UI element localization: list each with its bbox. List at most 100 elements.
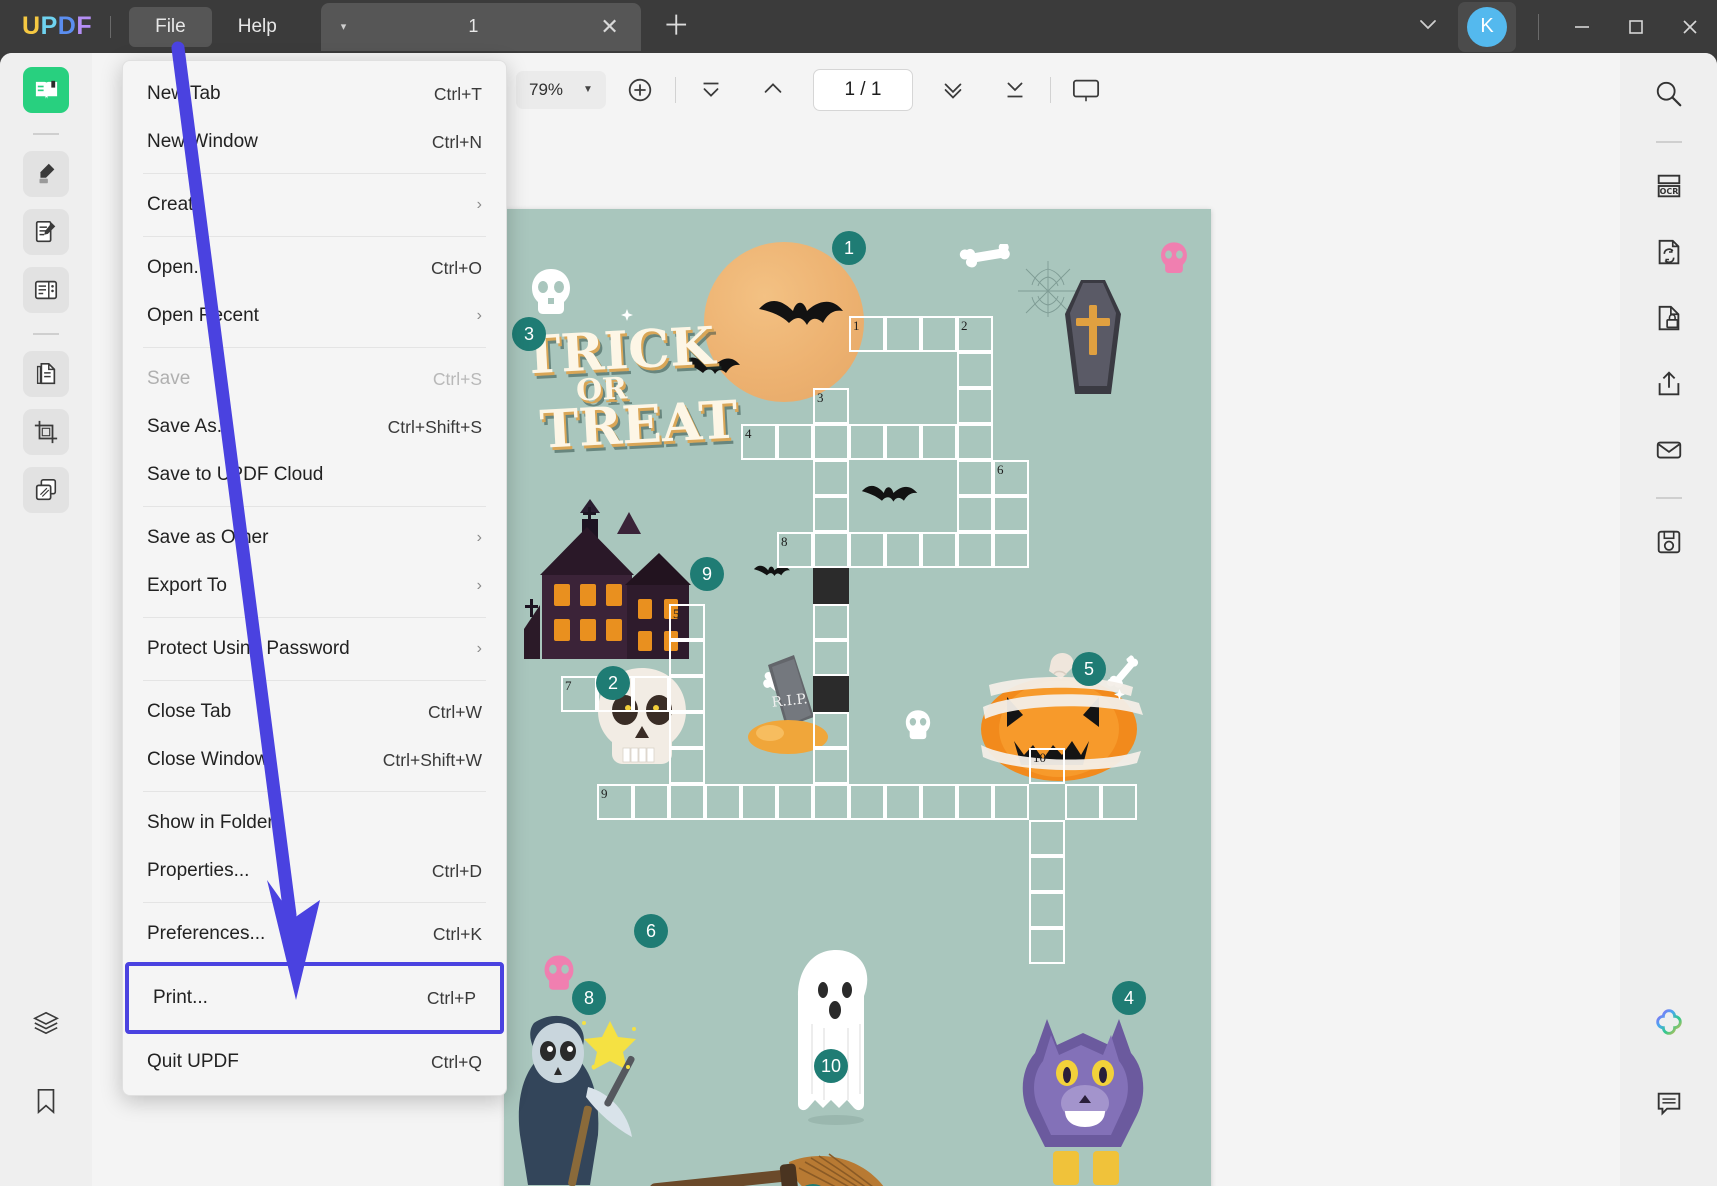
menu-help[interactable]: Help xyxy=(212,7,303,47)
page-number-input[interactable]: 1 / 1 xyxy=(812,68,913,111)
file-menu-popup[interactable]: New Tab Ctrl+T New Window Ctrl+N Create … xyxy=(122,60,507,1096)
mail-icon[interactable] xyxy=(1646,427,1692,473)
skull-graphic-white-2 xyxy=(905,710,931,740)
puzzle-badge-2: 2 xyxy=(596,666,630,700)
menu-item-label: Save As... xyxy=(147,416,233,437)
menu-item-shortcut: Ctrl+W xyxy=(428,701,482,722)
bookmark-icon[interactable] xyxy=(23,1078,69,1124)
grid-cell xyxy=(957,388,993,424)
grid-cell xyxy=(849,784,885,820)
zoom-level-selector[interactable]: 79% ▼ xyxy=(516,70,606,109)
puzzle-badge-3: 3 xyxy=(512,317,546,351)
menu-item-quit-updf[interactable]: Quit UPDF Ctrl+Q xyxy=(123,1038,506,1086)
grid-cell xyxy=(813,640,849,676)
toolbar-divider-2 xyxy=(1049,76,1051,103)
menu-item-shortcut: Ctrl+D xyxy=(431,860,482,881)
grid-cell xyxy=(957,352,993,388)
puzzle-badge-5: 5 xyxy=(1072,652,1106,686)
menu-item-label: Save as Other xyxy=(147,527,269,548)
menu-item-preferences[interactable]: Preferences... Ctrl+K xyxy=(123,910,506,958)
search-icon[interactable] xyxy=(1646,71,1692,117)
grid-number: 6 xyxy=(997,462,1004,477)
menu-item-shortcut: Ctrl+P xyxy=(426,987,476,1008)
avatar[interactable]: K xyxy=(1467,6,1507,47)
ai-flower-icon[interactable] xyxy=(1646,1000,1692,1046)
menu-item-create[interactable]: Create › xyxy=(123,181,506,229)
menu-item-show-in-folder[interactable]: Show in Folder xyxy=(123,799,506,847)
minimize-icon[interactable] xyxy=(1555,0,1609,53)
zoom-level-value: 79% xyxy=(529,79,564,99)
share-icon[interactable] xyxy=(1646,361,1692,407)
new-tab-plus-icon[interactable]: ＋ xyxy=(663,13,690,40)
menu-item-new-window[interactable]: New Window Ctrl+N xyxy=(123,118,506,166)
close-icon[interactable] xyxy=(1663,0,1717,53)
floppy-save-icon[interactable] xyxy=(1646,519,1692,565)
grid-cell xyxy=(813,424,849,460)
sidebar-item-convert[interactable] xyxy=(23,351,69,397)
previous-page-icon[interactable] xyxy=(751,68,795,112)
tab-title: 1 xyxy=(468,16,479,36)
convert-refresh-icon[interactable] xyxy=(1646,229,1692,275)
tab-strip: ▾ 1 ✕ ＋ xyxy=(320,2,690,51)
grid-cell xyxy=(633,676,669,712)
menu-item-close-window[interactable]: Close Window Ctrl+Shift+W xyxy=(123,736,506,784)
zoom-chevron-down-icon[interactable]: ▼ xyxy=(583,84,593,95)
grid-cell xyxy=(885,784,921,820)
avatar-container[interactable]: K xyxy=(1458,1,1516,52)
menu-item-protect-using-password[interactable]: Protect Using Password › xyxy=(123,625,506,673)
menu-item-save-as-other[interactable]: Save as Other › xyxy=(123,514,506,562)
submenu-chevron-right-icon: › xyxy=(476,307,482,324)
document-tab[interactable]: ▾ 1 ✕ xyxy=(320,2,641,51)
sidebar-item-reader[interactable] xyxy=(23,67,69,113)
titlebar-divider xyxy=(110,15,112,38)
updf-logo: U P D F xyxy=(22,12,92,41)
comment-icon[interactable] xyxy=(1646,1080,1692,1126)
skull-graphic-pink-2 xyxy=(544,955,574,990)
submenu-chevron-right-icon: › xyxy=(476,640,482,657)
title-line-3: TREAT xyxy=(538,389,740,462)
maximize-icon[interactable] xyxy=(1609,0,1663,53)
layers-icon[interactable] xyxy=(23,1000,69,1046)
menu-item-properties[interactable]: Properties... Ctrl+D xyxy=(123,847,506,895)
grid-cell xyxy=(813,604,849,640)
ocr-icon[interactable]: OCR xyxy=(1646,163,1692,209)
menu-file[interactable]: File xyxy=(129,6,212,47)
menu-item-save-to-cloud[interactable]: Save to UPDF Cloud xyxy=(123,451,506,499)
puzzle-badge-8: 8 xyxy=(572,981,606,1015)
sidebar-item-annotate[interactable] xyxy=(23,151,69,197)
menu-item-close-tab[interactable]: Close Tab Ctrl+W xyxy=(123,688,506,736)
right-rail-bottom xyxy=(1646,1000,1692,1186)
right-rail-divider-1 xyxy=(1655,141,1682,143)
coffin-graphic xyxy=(1065,280,1121,394)
grid-cell xyxy=(813,748,849,784)
sidebar-item-edit[interactable] xyxy=(23,209,69,255)
presentation-mode-icon[interactable] xyxy=(1064,68,1108,112)
next-page-icon[interactable] xyxy=(931,68,975,112)
menu-item-open[interactable]: Open... Ctrl+O xyxy=(123,244,506,292)
sidebar-item-batch[interactable] xyxy=(23,467,69,513)
tab-close-icon[interactable]: ✕ xyxy=(600,15,618,38)
grid-number: 3 xyxy=(817,390,824,405)
sidebar-item-crop[interactable] xyxy=(23,409,69,455)
last-page-icon[interactable] xyxy=(993,68,1037,112)
menu-item-label: Print... xyxy=(153,987,208,1008)
menu-item-save-as[interactable]: Save As... Ctrl+Shift+S xyxy=(123,403,506,451)
grid-cell-blocked xyxy=(813,676,849,712)
menu-item-open-recent[interactable]: Open Recent › xyxy=(123,292,506,340)
menu-item-export-to[interactable]: Export To › xyxy=(123,562,506,610)
menu-divider xyxy=(143,680,486,681)
window-controls-divider xyxy=(1538,13,1539,40)
grid-cell xyxy=(957,424,993,460)
grid-cell xyxy=(993,532,1029,568)
grid-cell xyxy=(921,784,957,820)
window-controls: K xyxy=(1404,0,1717,53)
lock-document-icon[interactable] xyxy=(1646,295,1692,341)
sidebar-item-organize-pages[interactable] xyxy=(23,267,69,313)
menu-item-print[interactable]: Print... Ctrl+P xyxy=(125,962,504,1034)
ghost-graphic xyxy=(798,950,868,1125)
first-page-icon[interactable] xyxy=(689,68,733,112)
menu-divider xyxy=(143,347,486,348)
account-chevron-down-icon[interactable] xyxy=(1404,7,1452,47)
menu-item-new-tab[interactable]: New Tab Ctrl+T xyxy=(123,70,506,118)
zoom-in-icon[interactable] xyxy=(618,68,662,112)
